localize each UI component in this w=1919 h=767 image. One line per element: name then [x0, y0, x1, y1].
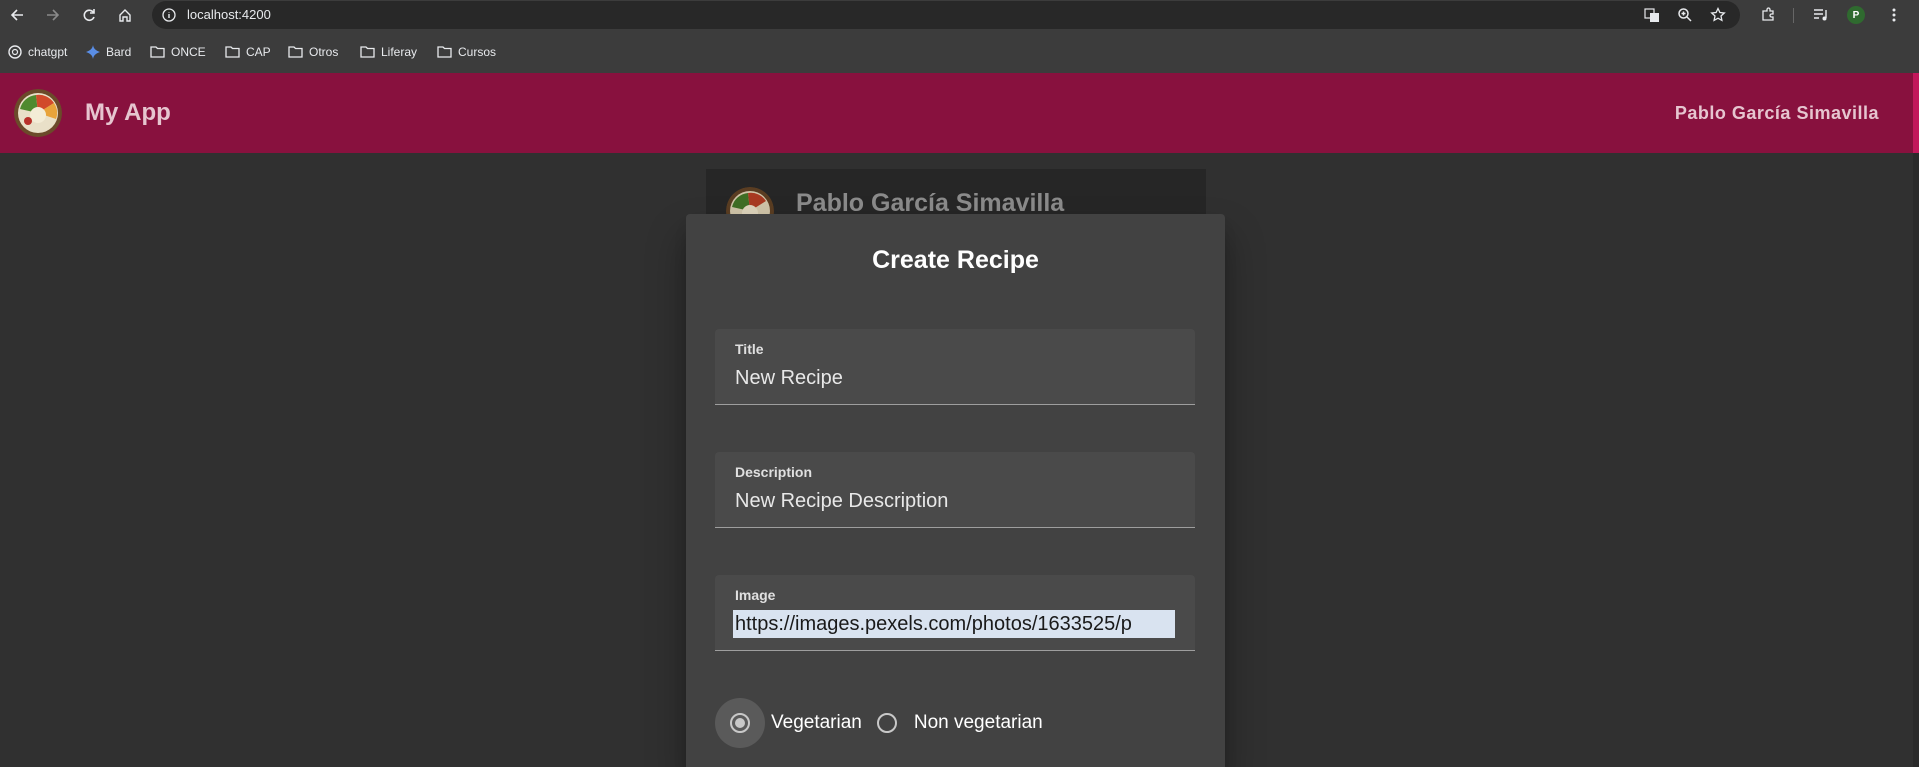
- create-recipe-dialog: Create Recipe Title New Recipe Descripti…: [686, 214, 1225, 767]
- media-control-icon[interactable]: [1812, 6, 1830, 24]
- description-field-label: Description: [735, 464, 813, 480]
- arrow-left-icon: [10, 9, 23, 21]
- radio-vegetarian-label[interactable]: Vegetarian: [771, 712, 862, 734]
- kebab-menu-icon[interactable]: [1885, 6, 1903, 24]
- radio-unchecked-icon: [876, 713, 897, 733]
- bookmark-chatgpt[interactable]: chatgpt: [8, 30, 67, 73]
- toolbar-divider: [1793, 8, 1794, 23]
- home-button[interactable]: [110, 0, 140, 30]
- bookmark-folder-once[interactable]: ONCE: [150, 30, 206, 73]
- profile-avatar[interactable]: P: [1847, 6, 1865, 24]
- image-field[interactable]: Image https://images.pexels.com/photos/1…: [715, 575, 1195, 651]
- radio-checked-icon: [730, 713, 750, 733]
- arrow-right-icon: [47, 9, 60, 21]
- bookmark-folder-cap[interactable]: CAP: [225, 30, 271, 73]
- back-button[interactable]: [2, 0, 32, 30]
- folder-icon: [150, 46, 165, 58]
- bookmark-star-icon[interactable]: [1709, 6, 1727, 24]
- folder-icon: [225, 46, 240, 58]
- description-field[interactable]: Description New Recipe Description: [715, 452, 1195, 528]
- scrollbar-track[interactable]: [1913, 153, 1919, 767]
- chatgpt-icon: [8, 44, 22, 59]
- reload-button[interactable]: [74, 0, 104, 30]
- reload-icon: [83, 9, 95, 21]
- dialog-title: Create Recipe: [872, 246, 1039, 274]
- radio-vegetarian[interactable]: [715, 698, 765, 748]
- site-info-icon[interactable]: [160, 6, 178, 24]
- app-logo[interactable]: [14, 89, 62, 137]
- extensions-icon[interactable]: [1759, 6, 1777, 24]
- zoom-icon[interactable]: [1676, 6, 1694, 24]
- app-toolbar: My App Pablo García Simavilla: [0, 73, 1913, 153]
- url-text: localhost:4200: [187, 7, 271, 22]
- bard-sparkle-icon: [86, 44, 100, 59]
- title-field[interactable]: Title New Recipe: [715, 329, 1195, 405]
- radio-non-vegetarian-label[interactable]: Non vegetarian: [914, 712, 1043, 734]
- bookmark-folder-liferay[interactable]: Liferay: [360, 30, 417, 73]
- diet-radio-group: Vegetarian Non vegetarian: [715, 698, 1043, 748]
- image-field-label: Image: [735, 587, 776, 603]
- radio-non-vegetarian[interactable]: [862, 698, 912, 748]
- address-bar[interactable]: localhost:4200: [152, 1, 1740, 29]
- image-url-input[interactable]: https://images.pexels.com/photos/1633525…: [733, 610, 1175, 638]
- browser-toolbar: localhost:4200 P: [0, 0, 1919, 30]
- title-input[interactable]: New Recipe: [735, 367, 843, 390]
- bookmark-folder-otros[interactable]: Otros: [288, 30, 338, 73]
- forward-button[interactable]: [38, 0, 68, 30]
- app-title[interactable]: My App: [85, 73, 171, 153]
- folder-icon: [288, 46, 303, 58]
- scrollbar-accent: [1913, 73, 1919, 153]
- bookmark-folder-cursos[interactable]: Cursos: [437, 30, 496, 73]
- translate-icon[interactable]: [1643, 6, 1661, 24]
- bookmarks-bar: chatgpt Bard ONCE CAP Otros Liferay Curs…: [0, 30, 1919, 73]
- title-field-label: Title: [735, 341, 764, 357]
- toolbar-user-name[interactable]: Pablo García Simavilla: [1675, 73, 1879, 153]
- home-icon: [119, 9, 131, 22]
- salad-bowl-icon: [14, 89, 62, 137]
- folder-icon: [437, 46, 452, 58]
- description-input[interactable]: New Recipe Description: [735, 490, 948, 513]
- bookmark-bard[interactable]: Bard: [86, 30, 131, 73]
- folder-icon: [360, 46, 375, 58]
